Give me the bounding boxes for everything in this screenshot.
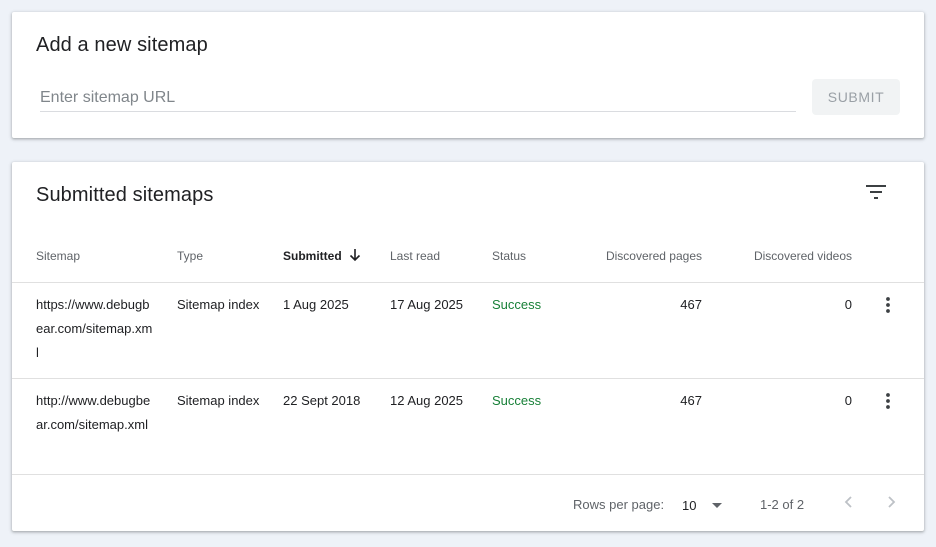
cell-sitemap-url: http://www.debugbear.com/sitemap.xml [36, 393, 151, 432]
dropdown-arrow-icon [712, 502, 722, 508]
column-header-sitemap[interactable]: Sitemap [36, 248, 80, 264]
cell-type: Sitemap index [177, 393, 260, 408]
header-divider [12, 282, 924, 283]
table-bottom-divider [12, 474, 924, 475]
cell-submitted: 1 Aug 2025 [283, 297, 349, 312]
column-header-last-read[interactable]: Last read [390, 248, 440, 264]
row-more-button[interactable] [876, 293, 900, 317]
arrow-down-icon [349, 248, 360, 261]
filter-icon [866, 185, 886, 199]
cell-status: Success [492, 297, 542, 312]
sitemap-url-input[interactable] [40, 84, 796, 112]
chevron-right-icon [888, 496, 896, 508]
cell-submitted: 22 Sept 2018 [283, 393, 361, 408]
rows-per-page-value: 10 [682, 497, 697, 513]
pagination-range: 1-2 of 2 [760, 497, 805, 512]
cell-discovered-videos: 0 [844, 393, 852, 408]
previous-page-button[interactable] [836, 490, 860, 514]
next-page-button[interactable] [880, 490, 904, 514]
add-sitemap-card: Add a new sitemap SUBMIT [12, 12, 924, 138]
submitted-sitemaps-title: Submitted sitemaps [36, 184, 214, 206]
more-vert-icon [886, 297, 890, 313]
filter-button[interactable] [860, 176, 892, 208]
column-header-submitted-label: Submitted [283, 249, 342, 263]
cell-last-read: 17 Aug 2025 [390, 297, 464, 312]
cell-discovered-pages: 467 [680, 393, 702, 408]
chevron-left-icon [844, 496, 852, 508]
rows-per-page-label: Rows per page: [573, 497, 665, 512]
cell-discovered-videos: 0 [844, 297, 852, 312]
rows-per-page-select[interactable]: 10 [682, 496, 728, 514]
more-vert-icon [886, 393, 890, 409]
column-header-type[interactable]: Type [177, 248, 203, 264]
add-sitemap-title: Add a new sitemap [36, 34, 208, 56]
cell-type: Sitemap index [177, 297, 260, 312]
submitted-sitemaps-card: Submitted sitemaps Sitemap Type Submitte… [12, 162, 924, 531]
cell-status: Success [492, 393, 542, 408]
column-header-status[interactable]: Status [492, 248, 526, 264]
cell-sitemap-url: https://www.debugbear.com/sitemap.xml [36, 297, 153, 360]
row-divider [12, 378, 924, 379]
cell-last-read: 12 Aug 2025 [390, 393, 464, 408]
row-more-button[interactable] [876, 389, 900, 413]
cell-discovered-pages: 467 [680, 297, 702, 312]
submit-button[interactable]: SUBMIT [812, 79, 900, 115]
column-header-submitted[interactable]: Submitted [283, 248, 361, 264]
column-header-discovered-videos[interactable]: Discovered videos [712, 248, 852, 264]
column-header-discovered-pages[interactable]: Discovered pages [572, 248, 702, 264]
